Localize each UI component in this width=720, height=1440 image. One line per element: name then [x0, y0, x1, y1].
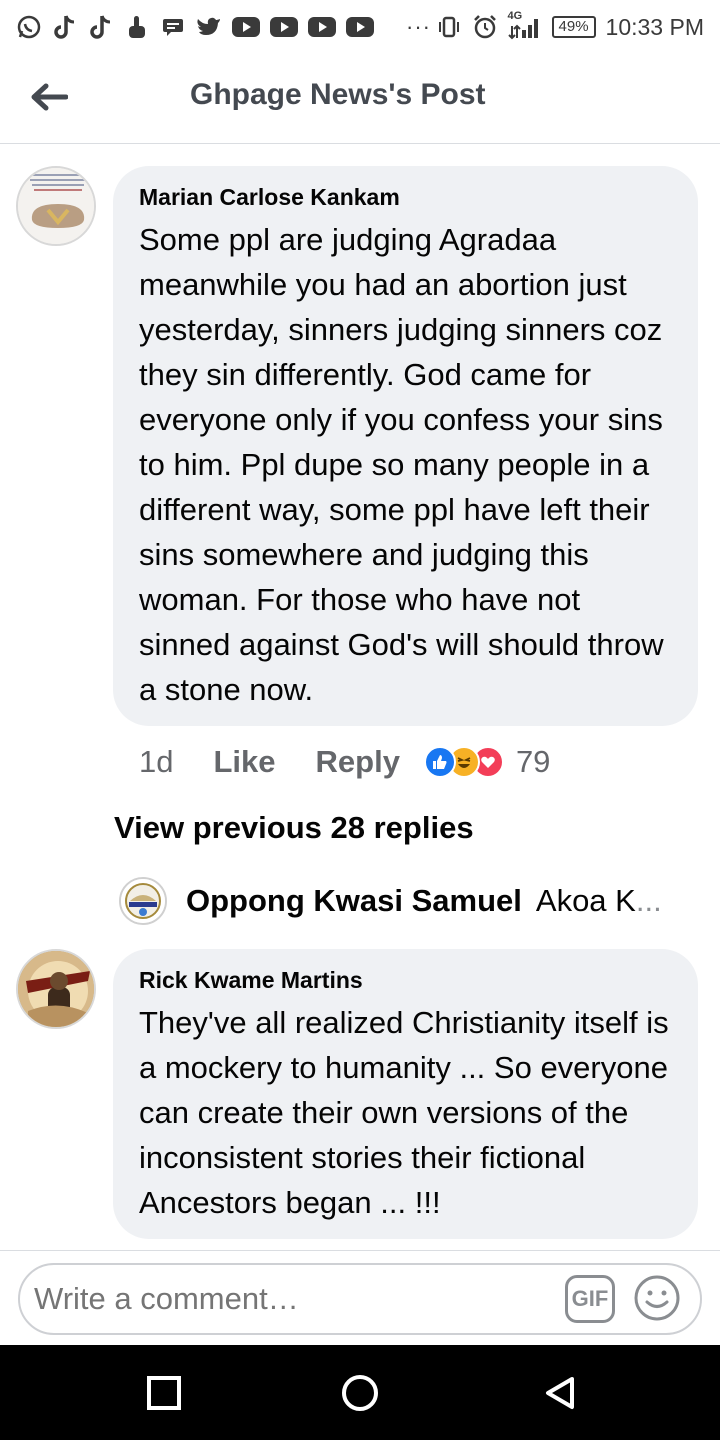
more-notifications-icon: ··· — [406, 14, 431, 39]
view-previous-replies-link[interactable]: View previous 28 replies — [114, 810, 474, 846]
youtube-icon — [308, 17, 336, 37]
tiktok-icon — [52, 14, 78, 40]
twitter-icon — [196, 14, 222, 40]
avatar[interactable] — [119, 877, 167, 925]
page-title: Ghpage News's Post — [190, 78, 486, 111]
avatar[interactable] — [16, 166, 96, 246]
reply-author[interactable]: Oppong Kwasi Samuel — [186, 883, 522, 919]
reply-snippet-text: Akoa K — [535, 883, 636, 918]
circle-icon — [342, 1375, 378, 1411]
like-icon — [423, 746, 456, 778]
square-icon — [147, 1376, 181, 1410]
alarm-icon — [472, 14, 498, 40]
comment-composer: GIF — [18, 1263, 702, 1335]
comment-actions: 1d Like Reply 79 — [139, 742, 550, 782]
comment-text: They've all realized Christianity itself… — [139, 1005, 669, 1220]
reply-ellipsis: ... — [635, 883, 662, 918]
gif-button[interactable]: GIF — [565, 1275, 615, 1323]
tiktok-icon — [88, 14, 114, 40]
back-nav-button[interactable] — [536, 1369, 584, 1417]
like-button[interactable]: Like — [213, 744, 275, 780]
emoji-icon — [634, 1275, 680, 1321]
signal-icon: 4G — [508, 10, 542, 40]
comment-bubble[interactable]: Rick Kwame Martins They've all realized … — [113, 949, 698, 1239]
comment-composer-bar: GIF — [0, 1250, 720, 1345]
comment-text: Some ppl are judging Agradaa meanwhile y… — [139, 222, 664, 707]
system-nav-bar — [0, 1345, 720, 1440]
reaction-count[interactable]: 79 — [516, 744, 550, 780]
reply-button[interactable]: Reply — [316, 744, 400, 780]
comment-author[interactable]: Rick Kwame Martins — [139, 967, 672, 994]
comment-timestamp[interactable]: 1d — [139, 744, 173, 780]
post-header: Ghpage News's Post — [0, 54, 720, 144]
comment-author[interactable]: Marian Carlose Kankam — [139, 184, 672, 211]
reaction-summary[interactable] — [423, 746, 504, 778]
youtube-icon — [346, 17, 374, 37]
network-type: 4G — [507, 10, 523, 22]
reply-preview[interactable]: Oppong Kwasi Samuel Akoa K... — [119, 876, 699, 926]
back-button[interactable] — [26, 74, 72, 120]
emoji-button[interactable] — [632, 1273, 682, 1323]
battery-indicator: 49% — [551, 16, 596, 38]
back-arrow-icon — [31, 83, 68, 111]
whatsapp-icon — [16, 14, 42, 40]
reply-snippet: Akoa K... — [536, 883, 662, 919]
avatar[interactable] — [16, 949, 96, 1029]
home-button[interactable] — [336, 1369, 384, 1417]
triangle-back-icon — [546, 1377, 574, 1409]
recents-button[interactable] — [140, 1369, 188, 1417]
message-icon — [160, 14, 186, 40]
youtube-icon — [270, 17, 298, 37]
vibrate-icon — [436, 14, 462, 40]
comment-bubble[interactable]: Marian Carlose Kankam Some ppl are judgi… — [113, 166, 698, 726]
youtube-icon — [232, 17, 260, 37]
tap-hand-icon — [124, 14, 150, 40]
clock: 10:33 PM — [605, 13, 704, 40]
status-bar: ··· 4G 49% 10:33 PM — [0, 0, 720, 54]
comment-input[interactable] — [34, 1281, 534, 1317]
